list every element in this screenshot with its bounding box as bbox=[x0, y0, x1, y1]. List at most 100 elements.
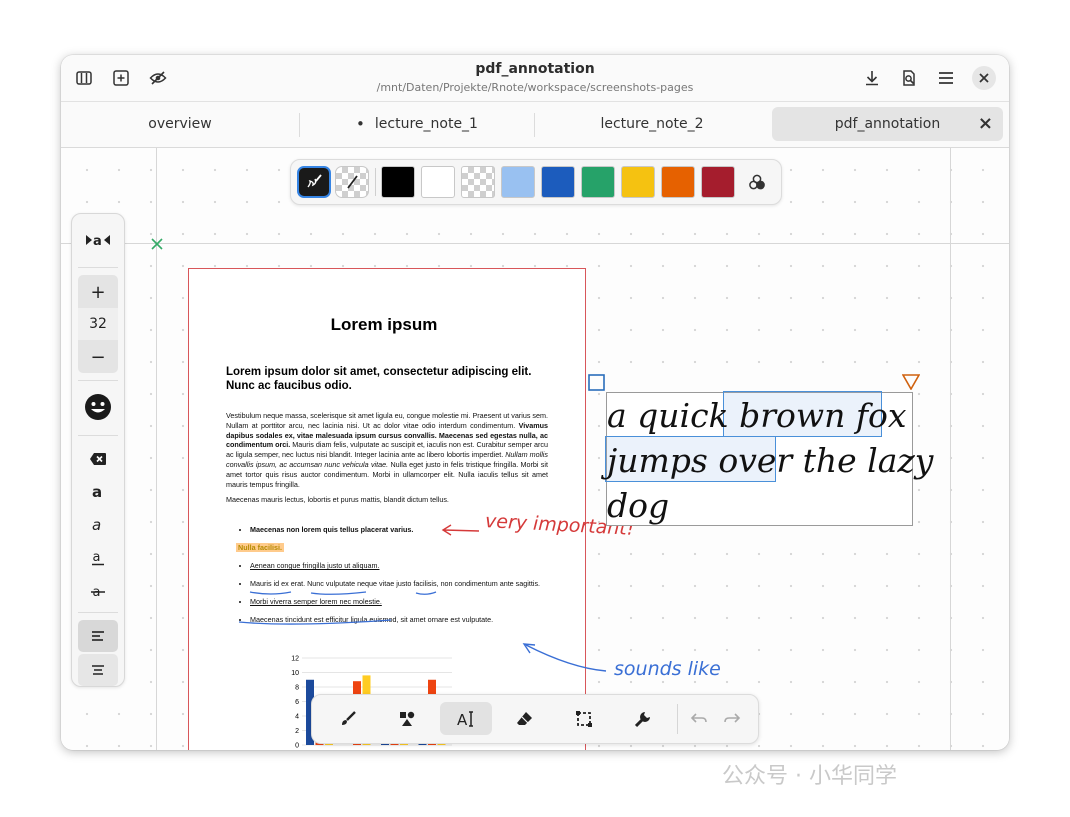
color-palette bbox=[290, 159, 782, 205]
font-settings-button[interactable]: a bbox=[78, 224, 118, 256]
underline-icon: a bbox=[92, 550, 104, 566]
list-item-highlighted: Nulla facilisi. bbox=[236, 543, 284, 552]
font-settings-icon: a bbox=[86, 234, 110, 247]
color-swatch-yellow[interactable] bbox=[621, 166, 655, 198]
typewriter-tool-button[interactable]: A bbox=[440, 702, 492, 735]
redo-icon bbox=[724, 712, 741, 723]
tab-close-icon[interactable]: × bbox=[978, 113, 993, 134]
strikethrough-button[interactable]: a bbox=[78, 575, 118, 607]
tab-label: pdf_annotation bbox=[834, 116, 941, 132]
bold-icon: a bbox=[92, 484, 102, 500]
align-center-icon bbox=[92, 665, 104, 675]
color-swatch-black[interactable] bbox=[381, 166, 415, 198]
page-border-line bbox=[61, 243, 1009, 244]
tab-label: overview bbox=[148, 116, 212, 132]
align-center-button[interactable] bbox=[78, 654, 118, 686]
bold-button[interactable]: a bbox=[78, 476, 118, 508]
pdf-body: Vestibulum neque massa, scelerisque sit … bbox=[226, 411, 548, 505]
list-item: Mauris id ex erat. Nunc vulputate neque … bbox=[250, 579, 580, 588]
color-swatch-blue[interactable] bbox=[541, 166, 575, 198]
emoji-picker-button[interactable] bbox=[78, 391, 118, 423]
chart-tick-label: 10 bbox=[291, 670, 299, 677]
plus-icon: + bbox=[90, 281, 106, 303]
sidebar-divider bbox=[78, 267, 118, 268]
pdf-body-text: Vestibulum neque massa, scelerisque sit … bbox=[226, 411, 548, 430]
selector-tool-button[interactable] bbox=[558, 702, 610, 735]
color-swatch-light-blue[interactable] bbox=[501, 166, 535, 198]
page-border-line bbox=[950, 148, 951, 750]
tab-label: lecture_note_2 bbox=[600, 116, 704, 132]
color-picker-button[interactable] bbox=[745, 170, 769, 194]
chart-tick-label: 0 bbox=[295, 743, 299, 750]
textbox-content: a quick brown fox jumps over the lazy do… bbox=[607, 393, 933, 528]
palette-divider bbox=[375, 168, 376, 196]
text-run: a quick bbox=[607, 396, 740, 435]
tools-tool-button[interactable] bbox=[617, 702, 669, 735]
chart-tick-label: 12 bbox=[291, 656, 299, 663]
tab-lecture-note-2[interactable]: lecture_note_2 bbox=[535, 107, 769, 141]
brush-icon bbox=[342, 710, 356, 725]
document-search-icon[interactable] bbox=[894, 63, 924, 93]
tools-wrench-icon bbox=[634, 711, 650, 727]
list-item: Aenean congue fringilla justo ut aliquam… bbox=[250, 561, 580, 570]
tab-label: lecture_note_1 bbox=[374, 116, 478, 132]
menu-icon[interactable] bbox=[931, 63, 961, 93]
tab-lecture-note-1[interactable]: • lecture_note_1 bbox=[300, 107, 534, 141]
text-run: dog bbox=[607, 486, 670, 525]
reset-text-attributes-button[interactable] bbox=[78, 443, 118, 475]
chart-tick-label: 8 bbox=[295, 685, 299, 692]
typewriter-textbox[interactable]: a quick brown fox jumps over the lazy do… bbox=[605, 391, 933, 528]
fill-color-button[interactable] bbox=[335, 166, 369, 198]
list-item: Morbi viverra semper lorem nec molestie. bbox=[250, 597, 580, 606]
header-bar: pdf_annotation /mnt/Daten/Projekte/Rnote… bbox=[61, 55, 1009, 102]
color-swatch-green[interactable] bbox=[581, 166, 615, 198]
text-run-selected: jumps over bbox=[607, 441, 793, 480]
shaper-tool-button[interactable] bbox=[381, 702, 433, 735]
font-size-increase-button[interactable]: + bbox=[78, 276, 118, 308]
text-tool-icon: A bbox=[457, 711, 473, 728]
svg-text:a: a bbox=[93, 234, 102, 247]
underline-button[interactable]: a bbox=[78, 542, 118, 574]
color-swatch-red[interactable] bbox=[701, 166, 735, 198]
strikethrough-icon: a bbox=[91, 585, 105, 599]
text-run: the lazy bbox=[792, 441, 934, 480]
align-start-button[interactable] bbox=[78, 620, 118, 652]
window-close-button[interactable] bbox=[972, 66, 996, 90]
tab-modified-dot: • bbox=[356, 115, 365, 133]
handwritten-note-sounds-like[interactable]: sounds like bbox=[614, 658, 721, 680]
textbox-move-handle[interactable] bbox=[588, 374, 605, 391]
color-swatch-white[interactable] bbox=[421, 166, 455, 198]
text-settings-sidebar: a + 32 − a a a a bbox=[71, 213, 125, 687]
pen-color-icon bbox=[307, 174, 322, 188]
toolbar-divider bbox=[677, 704, 678, 734]
textbox-resize-handle[interactable] bbox=[902, 374, 920, 390]
svg-text:a: a bbox=[92, 517, 101, 533]
eraser-tool-button[interactable] bbox=[499, 702, 551, 735]
color-swatch-orange[interactable] bbox=[661, 166, 695, 198]
download-icon[interactable] bbox=[857, 63, 887, 93]
italic-button[interactable]: a bbox=[78, 509, 118, 541]
stroke-color-button[interactable] bbox=[297, 166, 331, 198]
emoji-icon bbox=[85, 394, 111, 420]
pdf-title: Lorem ipsum bbox=[330, 315, 438, 334]
pens-toolbar: A bbox=[311, 694, 759, 744]
pdf-subtitle: Lorem ipsum dolor sit amet, consectetur … bbox=[226, 366, 532, 392]
tab-pdf-annotation[interactable]: pdf_annotation × bbox=[772, 107, 1003, 141]
watermark-text: 公众号 · 小华同学 bbox=[722, 764, 897, 789]
brush-tool-button[interactable] bbox=[322, 702, 374, 735]
color-swatch-transparent[interactable] bbox=[461, 166, 495, 198]
drawing-canvas[interactable]: Lorem ipsum Lorem ipsum dolor sit amet, … bbox=[61, 148, 1009, 750]
svg-text:a: a bbox=[93, 550, 101, 565]
align-left-icon bbox=[92, 631, 104, 641]
font-size-value[interactable]: 32 bbox=[78, 308, 118, 340]
chart-tick-label: 6 bbox=[295, 699, 299, 706]
pdf-page[interactable]: Lorem ipsum Lorem ipsum dolor sit amet, … bbox=[188, 268, 586, 750]
tab-overview[interactable]: overview bbox=[61, 107, 299, 141]
undo-button[interactable] bbox=[684, 702, 714, 735]
clear-format-icon bbox=[90, 453, 106, 465]
redo-button[interactable] bbox=[717, 702, 747, 735]
origin-marker-icon bbox=[151, 238, 163, 250]
shapes-icon bbox=[400, 711, 415, 726]
font-size-decrease-button[interactable]: − bbox=[78, 341, 118, 373]
text-run-selected: brown fox bbox=[739, 396, 907, 435]
